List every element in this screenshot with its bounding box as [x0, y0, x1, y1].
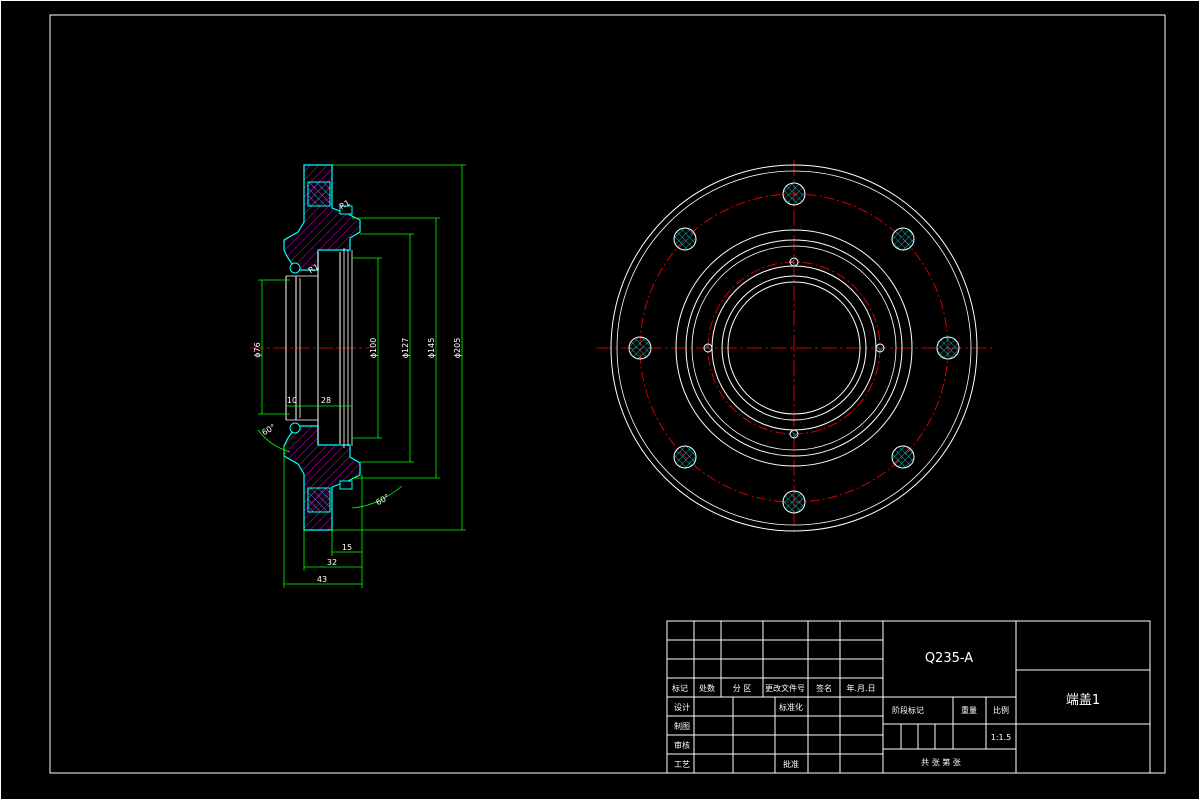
dim-dia-100: ϕ100 [369, 338, 378, 359]
section-view: ϕ76 ϕ100 ϕ127 ϕ145 ϕ205 10 28 15 32 43 6… [250, 164, 466, 588]
front-view [596, 160, 992, 534]
tb-scale-value: 1:1.5 [991, 733, 1012, 742]
tb-drafting: 制图 [674, 721, 690, 731]
title-block-text: Q235-A 端盖1 标记 处数 分 区 更改文件号 签名 年.月.日 设计 标… [672, 651, 1100, 769]
dim-dia-205: ϕ205 [453, 338, 462, 359]
dim-len-10: 10 [287, 396, 297, 405]
tb-change-doc: 更改文件号 [765, 683, 805, 693]
tb-signature: 签名 [816, 683, 832, 693]
dim-dia-76: ϕ76 [253, 342, 262, 357]
inner-border [49, 14, 1166, 774]
tb-weight: 重量 [961, 705, 977, 715]
part-name: 端盖1 [1066, 693, 1100, 708]
tb-approve: 批准 [783, 759, 799, 769]
tb-mark: 标记 [672, 683, 688, 693]
dim-len-28: 28 [321, 396, 331, 405]
dim-dia-127: ϕ127 [401, 338, 410, 359]
tb-scale-label: 比例 [993, 705, 1009, 715]
dim-len-43: 43 [317, 575, 327, 584]
material-label: Q235-A [925, 651, 973, 666]
dim-angle-a: 60° [260, 422, 277, 437]
tb-stage-mark: 阶段标记 [892, 705, 924, 715]
dim-angle-b: 60° [374, 492, 391, 507]
tb-standardize: 标准化 [779, 702, 803, 712]
tb-date: 年.月.日 [846, 683, 875, 693]
tb-review: 审核 [674, 740, 690, 750]
tb-count: 处数 [699, 683, 715, 693]
dim-len-32: 32 [327, 558, 337, 567]
outer-border [0, 0, 1200, 800]
tb-design: 设计 [674, 702, 690, 712]
dim-len-15: 15 [342, 543, 352, 552]
drawing-sheet: ϕ76 ϕ100 ϕ127 ϕ145 ϕ205 10 28 15 32 43 6… [0, 0, 1200, 800]
dim-dia-145: ϕ145 [427, 338, 436, 359]
tb-sheets: 共 张 第 张 [921, 757, 961, 767]
tb-process: 工艺 [674, 760, 690, 769]
tb-zone: 分 区 [733, 684, 752, 693]
